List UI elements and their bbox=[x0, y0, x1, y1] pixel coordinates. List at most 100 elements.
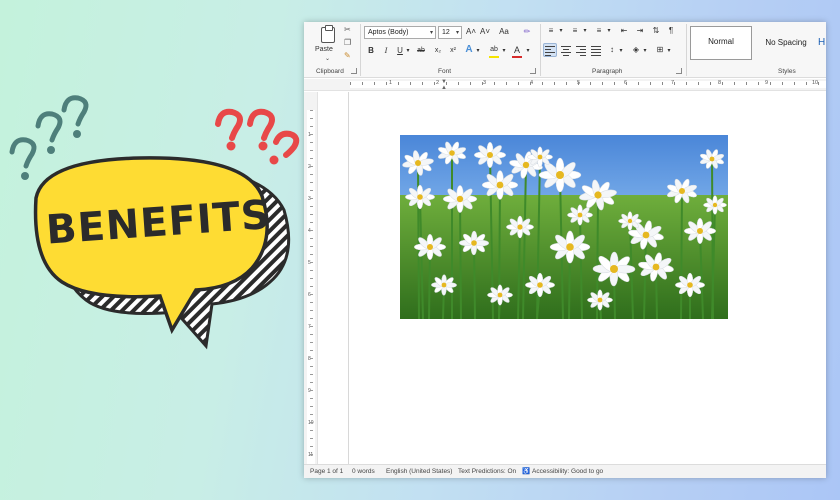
chevron-down-icon[interactable]: ▾ bbox=[525, 46, 531, 56]
chevron-down-icon[interactable]: ▾ bbox=[582, 26, 588, 36]
cut-icon[interactable]: ✂ bbox=[344, 25, 351, 34]
paragraph-launcher-icon[interactable] bbox=[676, 68, 682, 74]
ruler-tick bbox=[494, 82, 495, 85]
vruler-tick bbox=[310, 358, 313, 359]
ruler-tick bbox=[542, 82, 543, 85]
line-spacing-icon[interactable]: ↕ bbox=[606, 45, 618, 55]
show-formatting-button[interactable]: ¶ bbox=[666, 26, 676, 36]
style-no-spacing[interactable]: No Spacing bbox=[758, 26, 814, 60]
ruler-tick bbox=[458, 82, 459, 85]
text-effects-button[interactable]: A bbox=[464, 45, 474, 55]
indent-marker-icon[interactable]: ▼ ▲ bbox=[441, 79, 447, 91]
vruler-tick bbox=[310, 134, 313, 135]
bullets-icon[interactable]: ≡ bbox=[544, 26, 558, 36]
ruler-tick bbox=[686, 82, 687, 85]
flower-bloom bbox=[474, 142, 506, 168]
chevron-down-icon[interactable]: ▾ bbox=[558, 26, 564, 36]
font-launcher-icon[interactable] bbox=[530, 68, 536, 74]
font-color-bar bbox=[512, 56, 522, 58]
word-window: Paste ⌄ ✂ ❐ ✎ Clipboard Aptos (Body) ▾ 1… bbox=[304, 22, 826, 478]
ribbon-separator bbox=[540, 24, 541, 76]
style-heading[interactable]: H bbox=[818, 26, 826, 60]
ruler-tick bbox=[434, 82, 435, 85]
flower-bloom bbox=[405, 184, 435, 210]
align-left-button[interactable] bbox=[543, 43, 557, 57]
vruler-tick bbox=[310, 446, 313, 447]
shrink-font-button[interactable]: A˅ bbox=[480, 27, 490, 37]
vruler-tick bbox=[310, 166, 313, 167]
ruler-tick bbox=[578, 82, 579, 85]
flower-bloom bbox=[506, 215, 534, 239]
font-name-value: Aptos (Body) bbox=[368, 29, 409, 36]
accessibility-status[interactable]: Accessibility: Good to go bbox=[532, 465, 603, 478]
vruler-tick bbox=[310, 286, 313, 287]
shading-icon[interactable]: ◈ bbox=[630, 45, 642, 55]
text-predictions-status[interactable]: Text Predictions: On bbox=[458, 465, 516, 478]
vruler-tick bbox=[310, 422, 313, 423]
style-normal[interactable]: Normal bbox=[690, 26, 752, 60]
vruler-tick bbox=[310, 310, 313, 311]
format-painter-icon[interactable]: ✎ bbox=[344, 51, 351, 60]
chevron-down-icon[interactable]: ▾ bbox=[501, 46, 507, 56]
borders-icon[interactable]: ⊞ bbox=[654, 45, 666, 55]
vruler-number: 3 bbox=[308, 196, 311, 202]
bold-button[interactable]: B bbox=[366, 46, 376, 56]
increase-indent-icon[interactable]: ⇥ bbox=[634, 26, 646, 36]
inserted-flower-photo[interactable] bbox=[400, 135, 728, 319]
status-bar: Page 1 of 1 0 words English (United Stat… bbox=[304, 464, 826, 478]
page-count[interactable]: Page 1 of 1 bbox=[310, 465, 343, 478]
chevron-down-icon[interactable]: ▾ bbox=[405, 46, 411, 56]
flower-bloom bbox=[703, 195, 727, 215]
copy-icon[interactable]: ❐ bbox=[344, 38, 351, 47]
vruler-tick bbox=[310, 230, 313, 231]
decrease-indent-icon[interactable]: ⇤ bbox=[618, 26, 630, 36]
vruler-tick bbox=[310, 158, 313, 159]
grow-font-button[interactable]: A˄ bbox=[466, 27, 476, 37]
chevron-down-icon[interactable]: ▾ bbox=[475, 46, 481, 56]
numbering-icon[interactable]: ≡ bbox=[568, 26, 582, 36]
ruler-tick bbox=[398, 82, 399, 85]
underline-button[interactable]: U bbox=[395, 46, 405, 56]
ruler-tick bbox=[566, 82, 567, 85]
ruler-number: 8 bbox=[718, 80, 722, 86]
chevron-down-icon[interactable]: ▾ bbox=[606, 26, 612, 36]
paste-label: Paste bbox=[315, 46, 333, 53]
font-name-select[interactable]: Aptos (Body) ▾ bbox=[364, 26, 436, 39]
vruler-tick bbox=[310, 214, 313, 215]
vertical-ruler[interactable]: 1 2 3 4 5 6 7 8 9 10 11 bbox=[304, 92, 318, 464]
word-count[interactable]: 0 words bbox=[352, 465, 375, 478]
superscript-button[interactable]: x² bbox=[447, 46, 459, 56]
vruler-tick bbox=[310, 254, 313, 255]
vruler-tick bbox=[310, 318, 313, 319]
font-size-select[interactable]: 12 ▾ bbox=[438, 26, 462, 39]
vruler-tick bbox=[310, 342, 313, 343]
highlight-button[interactable]: ab bbox=[488, 45, 500, 55]
vruler-tick bbox=[310, 390, 313, 391]
chevron-down-icon[interactable]: ▾ bbox=[666, 46, 672, 56]
subscript-button[interactable]: x₂ bbox=[432, 46, 444, 56]
clear-formatting-icon[interactable]: ✏ bbox=[522, 27, 532, 37]
sort-icon[interactable]: ⇅ bbox=[650, 26, 662, 36]
align-center-icon[interactable] bbox=[561, 46, 571, 56]
vruler-tick bbox=[310, 190, 313, 191]
align-right-icon[interactable] bbox=[576, 46, 586, 56]
clipboard-launcher-icon[interactable] bbox=[351, 68, 357, 74]
multilevel-list-icon[interactable]: ≡ bbox=[592, 26, 606, 36]
vruler-tick bbox=[310, 374, 313, 375]
vruler-tick bbox=[310, 382, 313, 383]
change-case-button[interactable]: Aa bbox=[496, 27, 512, 37]
chevron-down-icon[interactable]: ▾ bbox=[642, 46, 648, 56]
ruler-tick bbox=[662, 82, 663, 85]
vruler-tick bbox=[310, 206, 313, 207]
ruler-tick bbox=[410, 82, 411, 85]
justify-icon[interactable] bbox=[591, 46, 601, 56]
horizontal-ruler[interactable]: ▼▲ 12345678910 bbox=[304, 79, 826, 91]
strikethrough-button[interactable]: ab bbox=[415, 46, 427, 56]
font-color-button[interactable]: A bbox=[512, 45, 522, 55]
chevron-down-icon[interactable]: ▾ bbox=[618, 46, 624, 56]
language-status[interactable]: English (United States) bbox=[386, 465, 452, 478]
italic-button[interactable]: I bbox=[381, 46, 391, 56]
vruler-tick bbox=[310, 350, 313, 351]
paste-button[interactable]: Paste ⌄ bbox=[312, 24, 342, 64]
ruler-tick bbox=[530, 82, 531, 85]
